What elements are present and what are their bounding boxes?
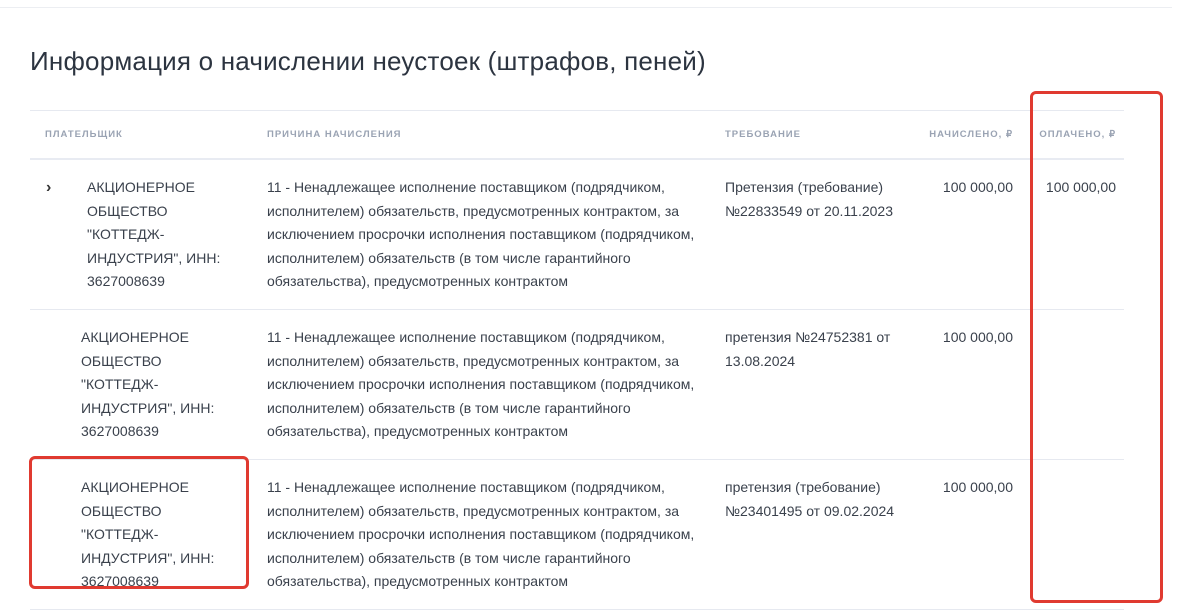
accrued: 100 000,00 [925, 460, 1021, 610]
col-demand: ТРЕБОВАНИЕ [725, 111, 925, 160]
demand: Претензия (требование) №22833549 от 20.1… [725, 159, 925, 310]
col-payer: ПЛАТЕЛЬЩИК [30, 111, 267, 160]
col-accrued: НАЧИСЛЕНО, ₽ [925, 111, 1021, 160]
page-title: Информация о начислении неустоек (штрафо… [30, 46, 706, 77]
table-row: АКЦИОНЕРНОЕ ОБЩЕСТВО "КОТТЕДЖ-ИНДУСТРИЯ"… [30, 310, 1124, 460]
highlight-paid-column [1030, 91, 1163, 603]
chevron-right-icon[interactable]: › [46, 176, 56, 294]
demand: претензия (требование) №23401495 от 09.0… [725, 460, 925, 610]
demand: претензия №24752381 от 13.08.2024 [725, 310, 925, 460]
highlight-payer-cell [29, 456, 249, 589]
col-reason: ПРИЧИНА НАЧИСЛЕНИЯ [267, 111, 725, 160]
table-header: ПЛАТЕЛЬЩИК ПРИЧИНА НАЧИСЛЕНИЯ ТРЕБОВАНИЕ… [30, 111, 1124, 160]
accrued: 100 000,00 [925, 310, 1021, 460]
payer: АКЦИОНЕРНОЕ ОБЩЕСТВО "КОТТЕДЖ-ИНДУСТРИЯ"… [87, 176, 247, 294]
reason: 11 - Ненадлежащее исполнение поставщиком… [267, 460, 725, 610]
table-row[interactable]: › АКЦИОНЕРНОЕ ОБЩЕСТВО "КОТТЕДЖ-ИНДУСТРИЯ… [30, 159, 1124, 310]
payer: АКЦИОНЕРНОЕ ОБЩЕСТВО "КОТТЕДЖ-ИНДУСТРИЯ"… [30, 326, 241, 444]
reason: 11 - Ненадлежащее исполнение поставщиком… [267, 310, 725, 460]
reason: 11 - Ненадлежащее исполнение поставщиком… [267, 159, 725, 310]
accrued: 100 000,00 [925, 159, 1021, 310]
top-divider [0, 7, 1172, 8]
